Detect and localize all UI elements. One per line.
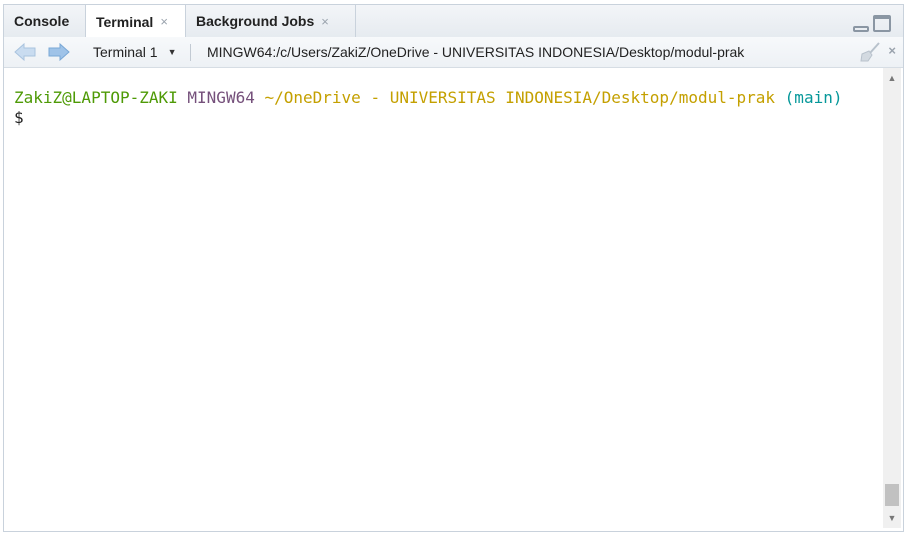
broom-icon[interactable] — [859, 42, 881, 62]
close-icon[interactable]: × — [888, 43, 896, 58]
tab-background-jobs[interactable]: Background Jobs × — [186, 5, 356, 37]
tab-console[interactable]: Console — [4, 5, 86, 37]
scroll-up-icon[interactable]: ▲ — [883, 70, 901, 86]
prompt-cwd: ~/OneDrive - UNIVERSITAS INDONESIA/Deskt… — [264, 88, 776, 107]
terminal-toolbar: Terminal 1 ▼ MINGW64:/c/Users/ZakiZ/OneD… — [4, 37, 903, 68]
terminal-select[interactable]: Terminal 1 ▼ — [93, 37, 177, 67]
close-icon[interactable]: × — [321, 14, 329, 29]
terminal-select-label: Terminal 1 — [93, 44, 158, 60]
terminal-output[interactable]: ZakiZ@LAPTOP-ZAKI MINGW64 ~/OneDrive - U… — [4, 68, 882, 531]
close-icon[interactable]: × — [160, 14, 168, 29]
tab-terminal-label: Terminal — [96, 13, 154, 30]
prompt-user-host: ZakiZ@LAPTOP-ZAKI — [14, 88, 178, 107]
caret-down-icon: ▼ — [167, 47, 177, 57]
terminal-pane: Console Terminal × Background Jobs × Ter… — [3, 4, 904, 532]
toolbar-separator — [190, 44, 191, 61]
tab-terminal[interactable]: Terminal × — [86, 5, 186, 38]
tab-background-jobs-label: Background Jobs — [196, 13, 315, 29]
scrollbar-thumb[interactable] — [885, 484, 899, 506]
prompt-system: MINGW64 — [187, 88, 255, 107]
terminal-path: MINGW64:/c/Users/ZakiZ/OneDrive - UNIVER… — [207, 44, 745, 60]
maximize-icon[interactable] — [873, 15, 891, 32]
window-controls — [853, 15, 891, 32]
forward-arrow-icon[interactable] — [48, 43, 70, 61]
vertical-scrollbar[interactable]: ▲ ▼ — [883, 68, 901, 528]
tab-bar: Console Terminal × Background Jobs × — [4, 5, 903, 38]
prompt-symbol: $ — [14, 108, 24, 127]
tab-console-label: Console — [14, 13, 70, 29]
scroll-down-icon[interactable]: ▼ — [883, 510, 901, 526]
minimize-icon[interactable] — [853, 26, 869, 32]
back-arrow-icon[interactable] — [14, 43, 36, 61]
prompt-branch: (main) — [784, 88, 843, 107]
